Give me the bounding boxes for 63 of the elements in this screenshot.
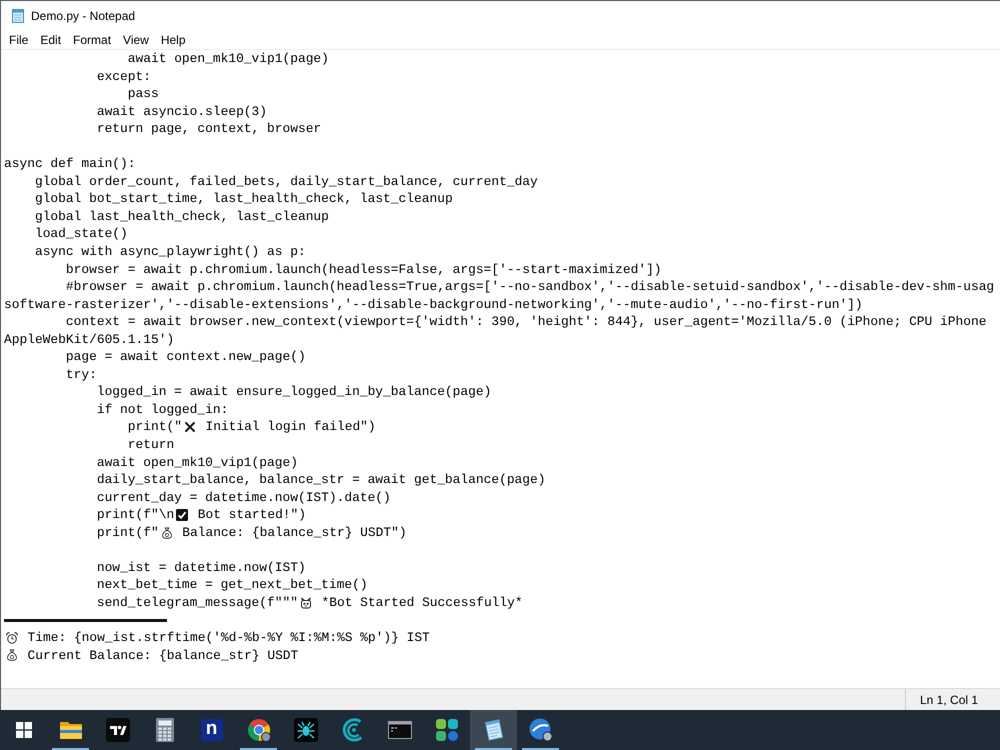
menu-item[interactable]: Edit <box>34 30 68 48</box>
menu-item[interactable]: File <box>3 30 34 48</box>
terminal-icon <box>388 721 412 739</box>
money-bag-icon <box>6 649 18 662</box>
bug-icon <box>294 718 318 742</box>
check-icon <box>176 508 188 521</box>
code-text: print(f"\n <box>96 506 174 524</box>
alarm-clock-icon <box>6 632 18 644</box>
code-text: #browser = await p.chromium.launch(headless=True,args=['--no-sandbox','--disable-setuid-sandbox','--disable-dev-shm-usag <box>66 278 994 296</box>
notepad-icon <box>10 8 26 24</box>
code-text: if not logged_in: <box>96 400 228 418</box>
code-text: *Bot Started Successfully* <box>322 594 523 612</box>
code-text: return page, context, browser <box>96 120 322 138</box>
code-text: except: <box>96 68 151 86</box>
logo-tile-icon <box>106 718 130 742</box>
cursor-position: Ln 1, Col 1 <box>920 692 978 708</box>
browser-icon <box>246 718 270 742</box>
code-text: await asyncio.sleep(3) <box>96 102 268 120</box>
app-logo: n <box>200 719 222 741</box>
code-text: daily_start_balance, balance_str = await get_balance(page) <box>96 471 546 489</box>
calculator-icon <box>156 718 174 742</box>
cross-icon <box>184 421 196 434</box>
code-text: Bot started!") <box>198 506 306 524</box>
start-icon <box>16 722 32 738</box>
robot-icon <box>300 596 312 609</box>
code-text: await open_mk10_vip1(page) <box>128 50 329 68</box>
code-text: print(f" <box>96 524 159 542</box>
code-text: async def main(): <box>4 155 136 173</box>
folder-icon <box>58 720 82 740</box>
money-bag-icon <box>160 526 173 539</box>
code-text: software-rasterizer','--disable-extensions','--disable-background-networking','--mute-audio','--no-first-run']) <box>4 296 863 314</box>
taskbar-button[interactable]: n <box>188 710 235 750</box>
code-text: now_ist = datetime.now(IST) <box>96 558 306 576</box>
code-text: await open_mk10_vip1(page) <box>96 454 298 472</box>
menu-item[interactable]: Help <box>154 30 192 48</box>
code-text: current_day = datetime.now(IST).date() <box>96 488 391 506</box>
code-text: send_telegram_message(f""" <box>96 594 298 612</box>
wave-icon <box>340 718 364 742</box>
code-text: page = await context.new_page() <box>66 348 306 366</box>
code-text: global last_health_check, last_cleanup <box>34 208 329 226</box>
taskbar-button[interactable] <box>470 710 517 750</box>
disc-icon <box>528 718 552 742</box>
code-text: Balance: {balance_str} USDT") <box>182 524 407 542</box>
code-text: async with async_playwright() as p: <box>34 243 306 261</box>
code-text: global bot_start_time, last_health_check, last_cleanup <box>34 190 453 208</box>
code-text: load_state() <box>34 225 128 244</box>
code-text: Initial login failed") <box>205 418 376 436</box>
code-text: print(" <box>128 418 182 436</box>
code-text: next_bet_time = get_next_bet_time() <box>96 576 368 594</box>
code-text: return <box>128 436 174 454</box>
code-text: logged_in = await ensure_logged_in_by_balance(page) <box>96 383 492 401</box>
code-text: try: <box>66 366 97 384</box>
code-text: global order_count, failed_bets, daily_start_balance, current_day <box>34 172 538 190</box>
tiles-icon <box>434 718 458 742</box>
code-text: browser = await p.chromium.launch(headless=False, args=['--start-maximized']) <box>66 260 662 278</box>
code-text: context = await browser.new_context(viewport={'width': 390, 'height': 844}, user_agent='Mozilla/5.0 (iPhone; CPU iPhone <box>66 313 986 331</box>
code-text: AppleWebKit/605.1.15') <box>4 330 174 348</box>
menu-item[interactable]: View <box>117 30 155 48</box>
menu-item[interactable]: Format <box>67 30 118 48</box>
code-text: Current Balance: {balance_str} USDT <box>28 646 298 664</box>
code-text: pass <box>128 85 159 103</box>
code-text: Time: {now_ist.strftime('%d-%b-%Y %I:%M:%S %p')} IST <box>28 629 430 647</box>
window-title: Demo.py - Notepad <box>31 8 136 24</box>
